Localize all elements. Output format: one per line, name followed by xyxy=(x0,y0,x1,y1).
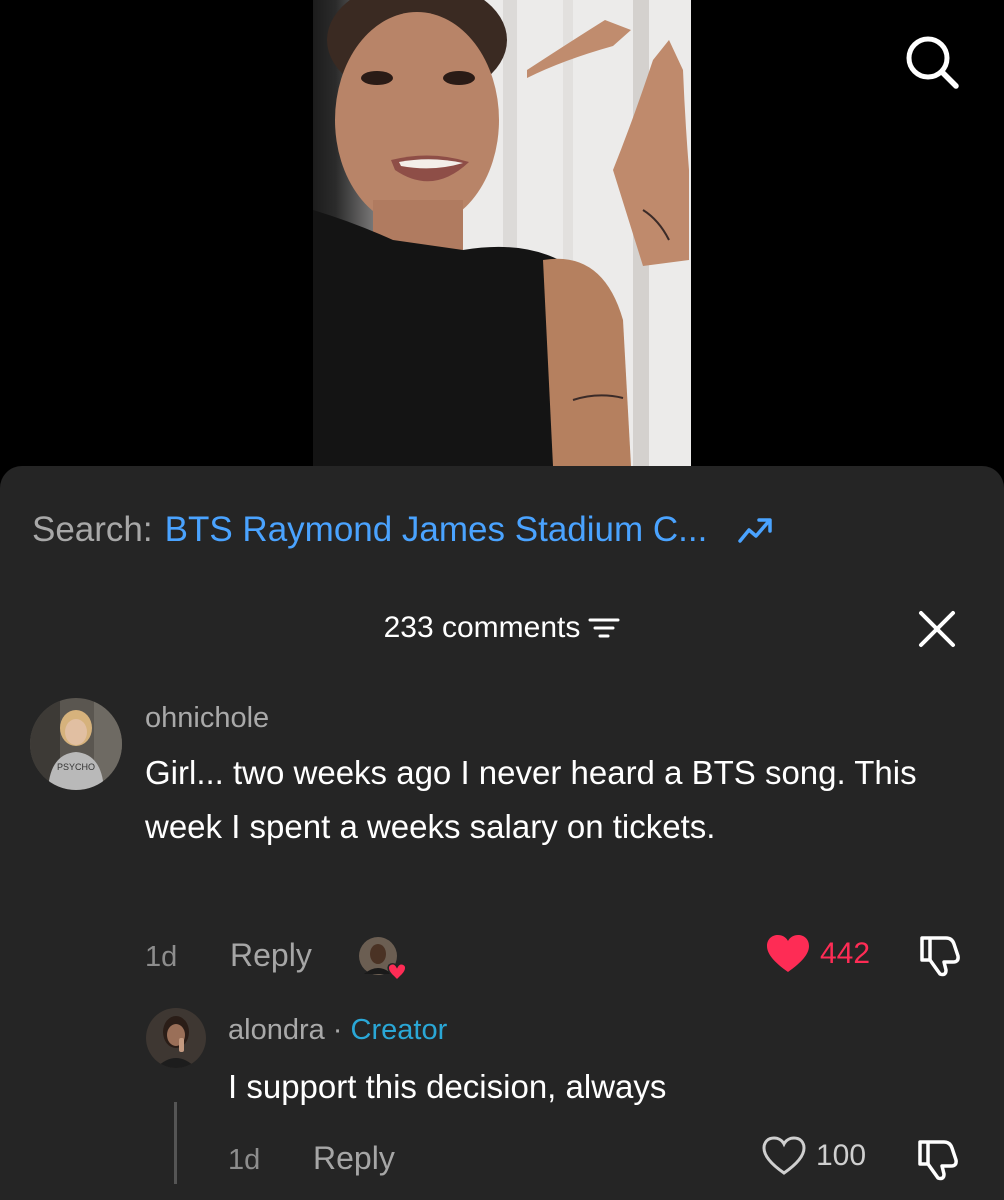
avatar-shirt-text: PSYCHO xyxy=(57,762,95,772)
like-count: 442 xyxy=(820,937,871,970)
creator-liked-badge xyxy=(358,936,407,982)
comment-count: 233 comments xyxy=(383,611,581,644)
reply-like-button[interactable]: 100 xyxy=(762,1136,866,1176)
dislike-icon[interactable] xyxy=(916,932,962,978)
reply-separator: · xyxy=(324,1014,351,1046)
reply-dislike-icon[interactable] xyxy=(914,1136,960,1182)
trending-icon xyxy=(738,518,773,543)
avatar[interactable]: PSYCHO xyxy=(30,698,122,790)
filter-icon xyxy=(588,618,620,638)
reply-text: I support this decision, always xyxy=(228,1068,667,1105)
comment-sort-button[interactable]: 233 comments xyxy=(384,611,621,645)
search-suggestion-label: Search: xyxy=(32,510,153,549)
comment-time: 1d xyxy=(145,941,178,973)
search-suggestion-query[interactable]: BTS Raymond James Stadium C... xyxy=(165,510,708,550)
reply-like-count: 100 xyxy=(816,1139,867,1172)
search-icon[interactable] xyxy=(904,34,960,90)
comment-text: Girl... two weeks ago I never heard a BT… xyxy=(145,754,917,845)
video-frame xyxy=(313,0,691,466)
reply-time: 1d xyxy=(228,1144,261,1176)
creator-badge: Creator xyxy=(350,1014,448,1046)
search-suggestion[interactable]: Search: BTS Raymond James Stadium C... xyxy=(32,508,773,552)
like-button[interactable]: 442 xyxy=(766,934,870,974)
video-player[interactable] xyxy=(0,0,1004,468)
close-icon[interactable] xyxy=(918,610,956,648)
reply-username-line: alondra · Creator xyxy=(228,1014,447,1047)
comments-header: 233 comments xyxy=(0,606,1004,650)
comments-sheet: Search: BTS Raymond James Stadium C... 2… xyxy=(0,466,1004,1200)
comment-username[interactable]: ohnichole xyxy=(145,702,269,735)
reply-button[interactable]: Reply xyxy=(230,937,312,974)
reply-avatar[interactable] xyxy=(146,1008,206,1068)
heart-filled-icon xyxy=(767,935,809,972)
heart-outline-icon xyxy=(762,1136,806,1175)
video-thumbnail xyxy=(313,0,691,466)
reply-username[interactable]: alondra xyxy=(228,1014,325,1046)
reply-reply-button[interactable]: Reply xyxy=(313,1140,395,1177)
thread-line xyxy=(174,1102,177,1184)
